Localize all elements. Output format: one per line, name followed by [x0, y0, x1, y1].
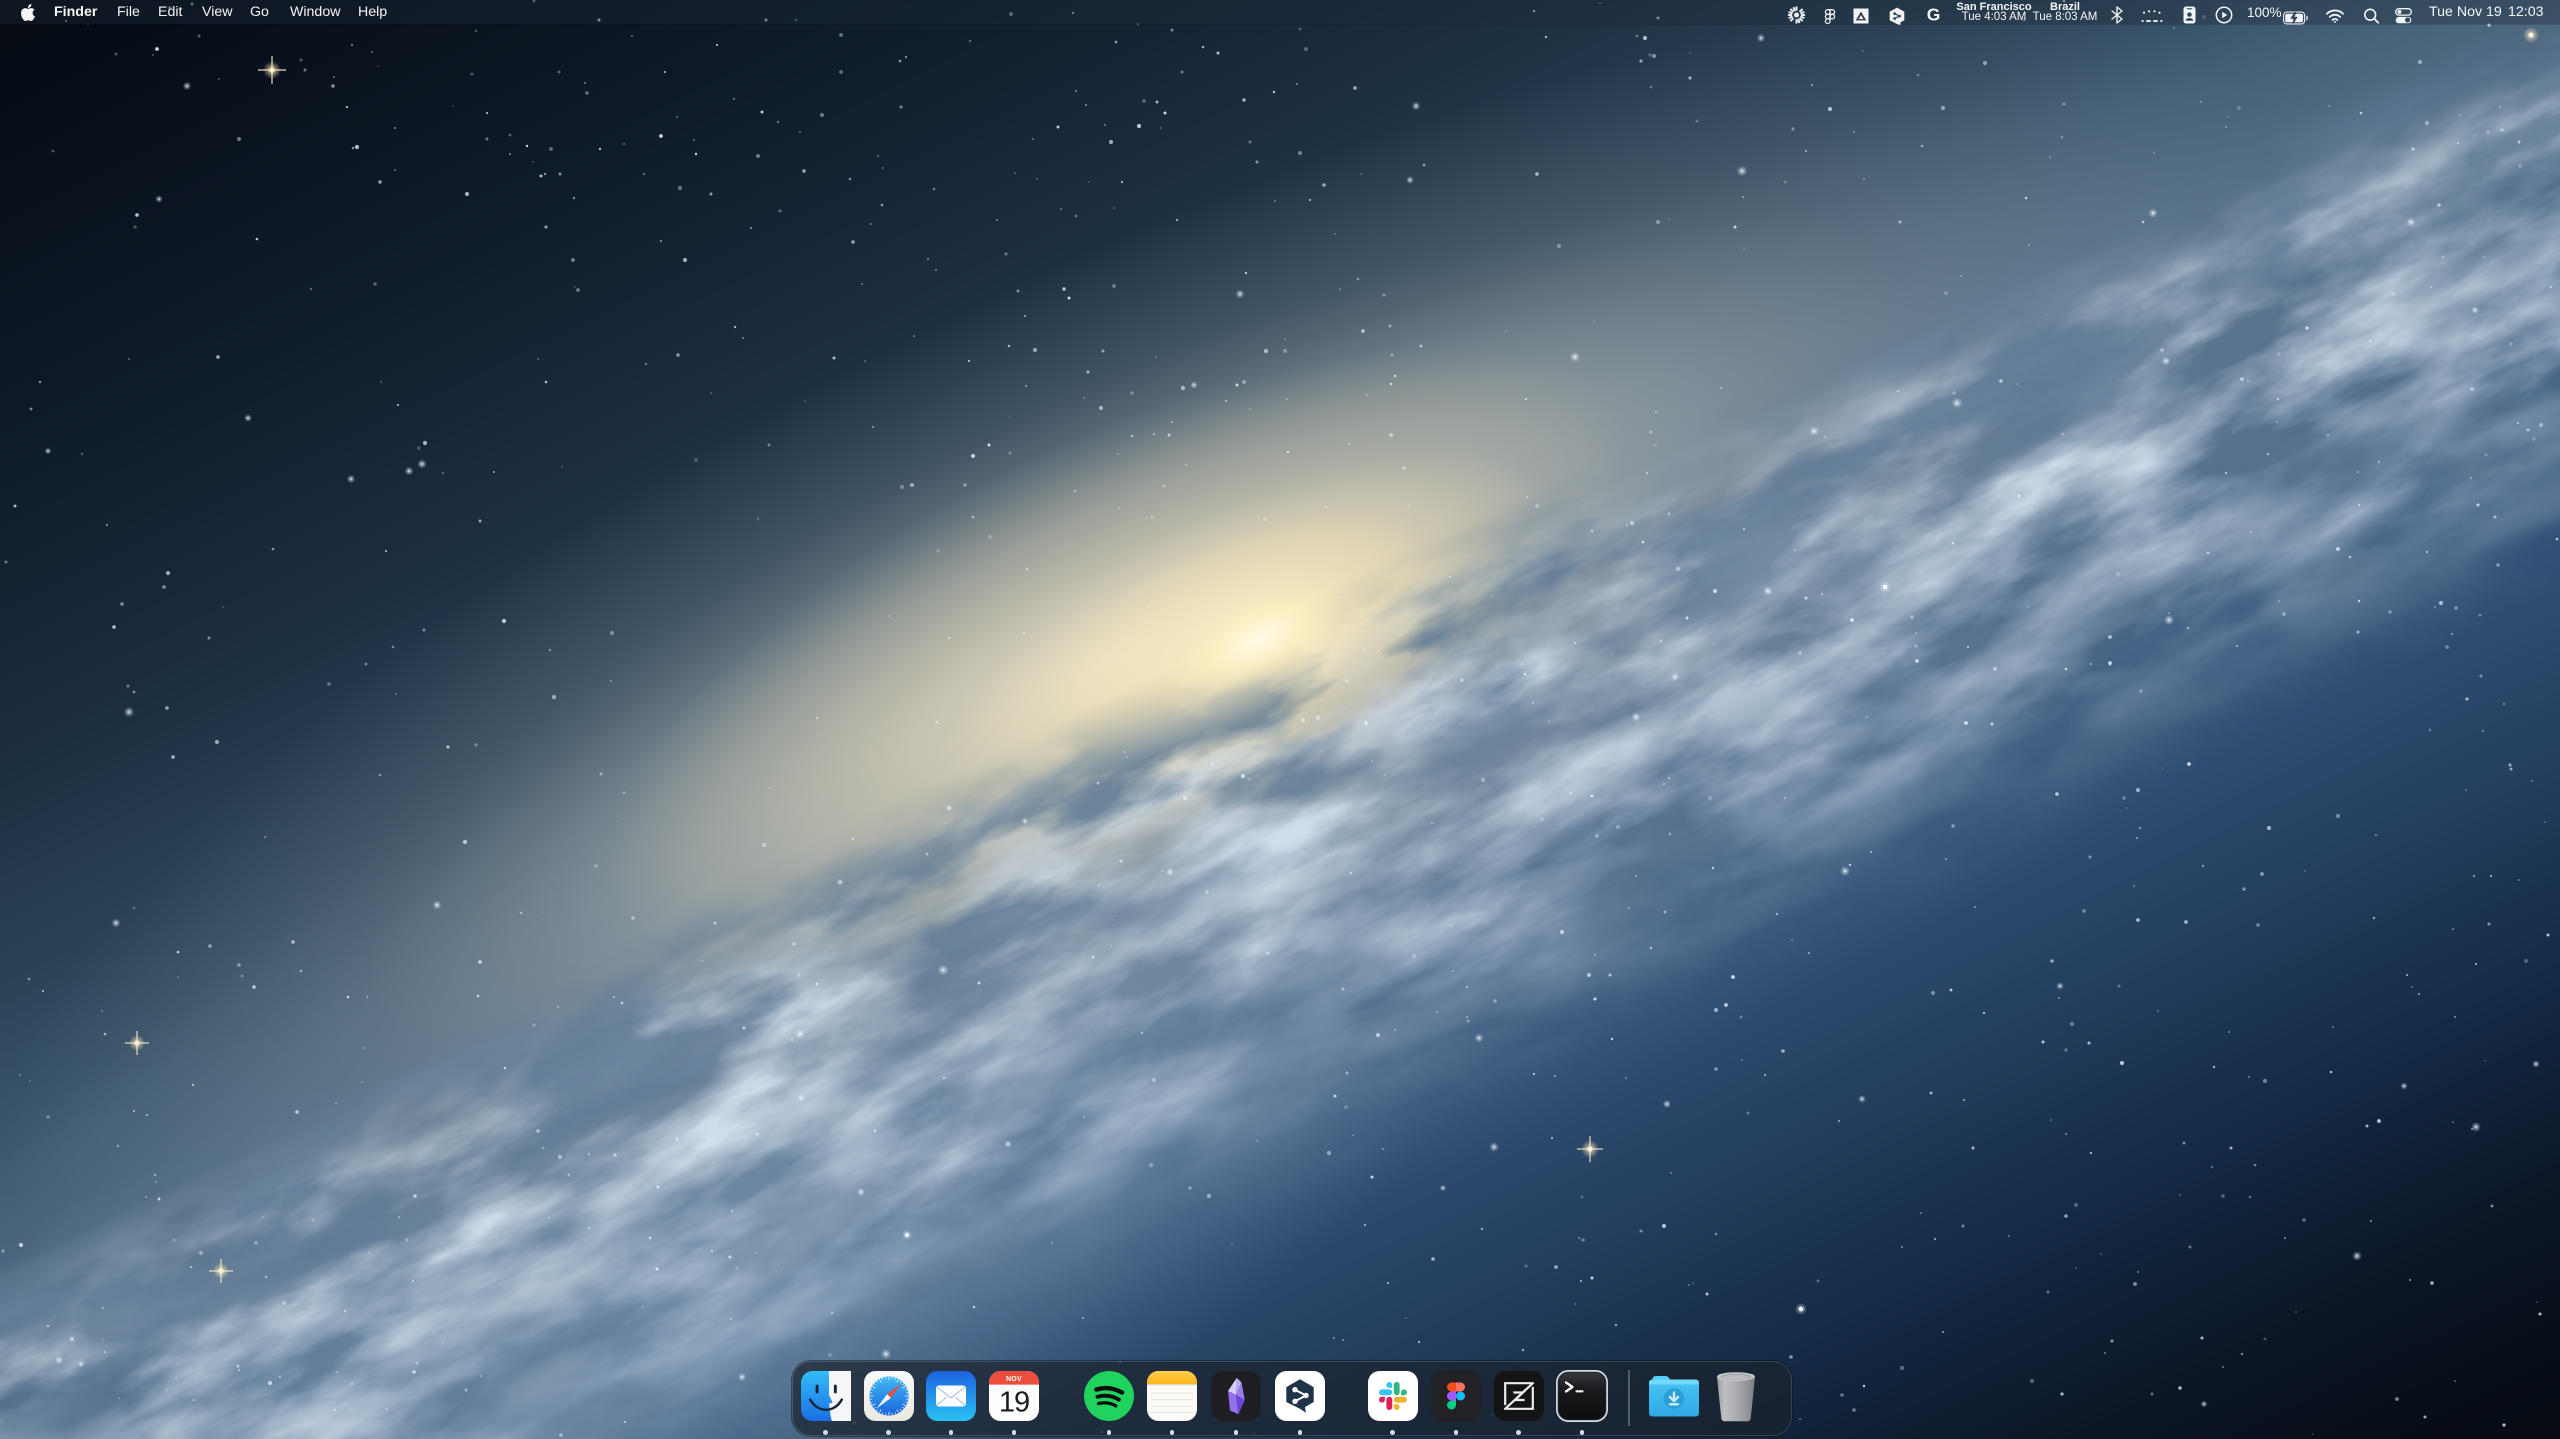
svg-text:G: G — [1927, 5, 1941, 25]
svg-text:NOV: NOV — [1006, 1376, 1022, 1383]
svg-text:19: 19 — [999, 1387, 1029, 1419]
